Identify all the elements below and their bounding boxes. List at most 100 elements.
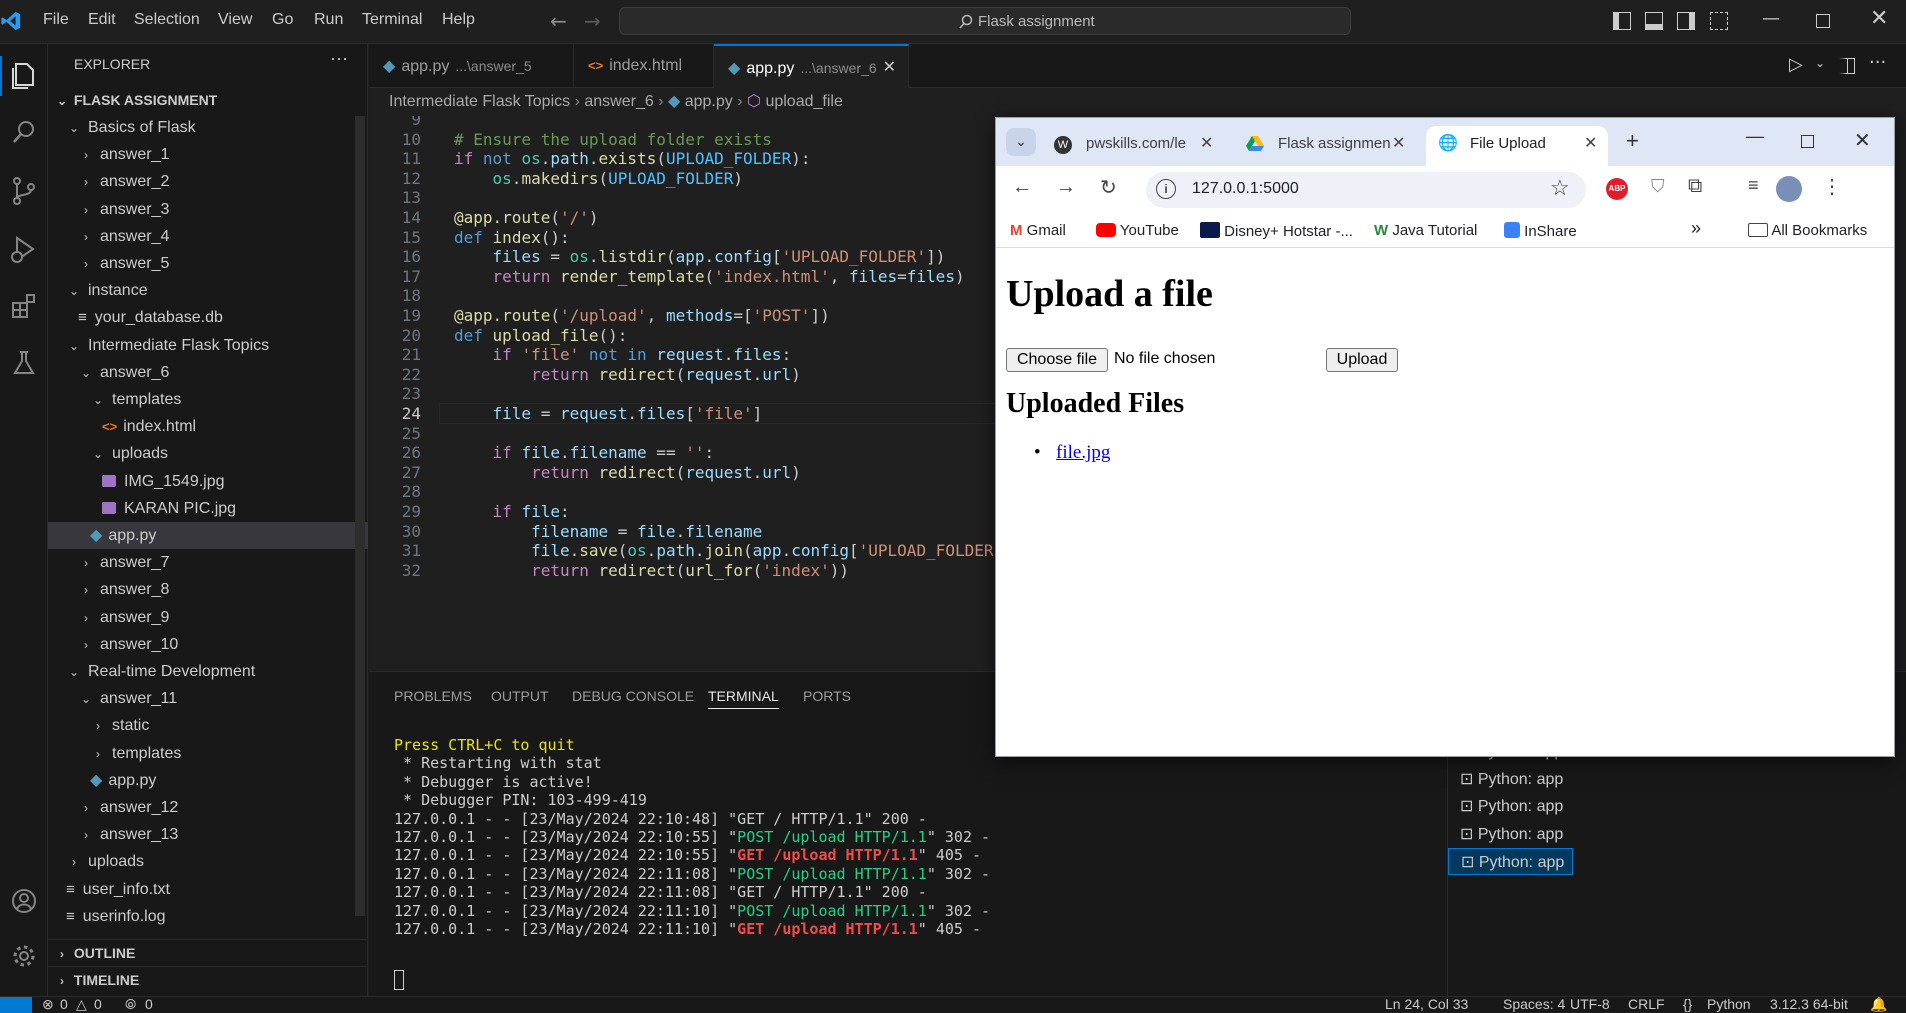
tree-item[interactable]: › answer_5 xyxy=(48,250,368,277)
bookmark-disney-hotstar[interactable]: Disney+ Hotstar -... xyxy=(1200,222,1353,240)
upload-button[interactable]: Upload xyxy=(1326,348,1398,372)
warnings-icon[interactable]: △ xyxy=(76,996,87,1013)
close-tab-icon[interactable]: ✕ xyxy=(883,46,896,90)
breadcrumb-item[interactable]: Intermediate Flask Topics xyxy=(389,93,570,110)
bookmark-star-icon[interactable]: ☆ xyxy=(1550,175,1570,201)
menu-run[interactable]: Run xyxy=(314,11,343,29)
menu-file[interactable]: File xyxy=(43,11,69,29)
tab-app-py-answer5[interactable]: ◆ app.py ...\answer_5 xyxy=(369,44,574,88)
browser-back-icon[interactable]: ← xyxy=(1012,176,1032,199)
tab-app-py-answer6[interactable]: ◆ app.py ...\answer_6 ✕ xyxy=(714,44,909,88)
remote-indicator[interactable] xyxy=(0,997,32,1013)
adblock-plus-icon[interactable]: ABP xyxy=(1606,178,1628,200)
toggle-sidebar-icon[interactable] xyxy=(1613,12,1631,30)
run-file-icon[interactable]: ▷ xyxy=(1789,54,1803,75)
menu-go[interactable]: Go xyxy=(272,11,293,29)
tree-item[interactable]: › answer_10 xyxy=(48,631,368,658)
tree-item[interactable]: › answer_7 xyxy=(48,549,368,576)
bookmark-java-tutorial[interactable]: W Java Tutorial xyxy=(1374,222,1477,239)
minimize-icon[interactable]: — xyxy=(1762,8,1780,29)
tree-item[interactable]: ≡ your_database.db xyxy=(48,304,368,331)
run-debug-icon[interactable] xyxy=(5,230,43,268)
tree-item[interactable]: › answer_8 xyxy=(48,576,368,603)
privacy-shield-icon[interactable]: ⛉ xyxy=(1651,176,1665,197)
browser-forward-icon[interactable]: → xyxy=(1056,176,1076,199)
split-editor-icon[interactable] xyxy=(1839,58,1855,74)
close-window-icon[interactable]: ✕ xyxy=(1870,6,1888,31)
close-tab-icon[interactable]: ✕ xyxy=(1200,126,1213,162)
search-sidebar-icon[interactable] xyxy=(5,114,43,152)
editor-more-icon[interactable]: ··· xyxy=(1869,52,1886,73)
menu-view[interactable]: View xyxy=(218,11,252,29)
outline-section[interactable]: › OUTLINE xyxy=(48,939,368,966)
errors-count[interactable]: 0 xyxy=(60,996,68,1012)
source-control-icon[interactable] xyxy=(5,172,43,210)
tree-item[interactable]: ≡ userinfo.log xyxy=(48,903,368,930)
browser-menu-icon[interactable]: ⋮ xyxy=(1822,174,1842,199)
forward-arrow-icon[interactable]: → xyxy=(584,9,601,33)
account-icon[interactable] xyxy=(5,882,43,920)
menu-edit[interactable]: Edit xyxy=(88,11,116,29)
explorer-icon[interactable] xyxy=(5,57,43,95)
language-mode[interactable]: Python xyxy=(1707,996,1751,1012)
browser-tab-flask-assignment[interactable]: Flask assignmen ✕ xyxy=(1234,126,1416,166)
tree-item[interactable]: ⌄ Real-time Development xyxy=(48,658,368,685)
tree-item[interactable]: ⌄ templates xyxy=(48,386,368,413)
close-tab-icon[interactable]: ✕ xyxy=(1392,126,1405,162)
python-interpreter[interactable]: 3.12.3 64-bit xyxy=(1770,996,1848,1012)
panel-tab-ports[interactable]: PORTS xyxy=(803,688,851,704)
back-arrow-icon[interactable]: ← xyxy=(550,9,567,33)
profile-avatar[interactable] xyxy=(1776,176,1802,202)
address-bar[interactable]: i 127.0.0.1:5000 ☆ xyxy=(1146,172,1586,208)
warnings-count[interactable]: 0 xyxy=(94,996,102,1012)
terminal-instance[interactable]: ⊡ Python: app xyxy=(1448,848,1573,876)
tree-item[interactable]: ⌄ answer_11 xyxy=(48,685,368,712)
tree-item[interactable]: ⌄ instance xyxy=(48,277,368,304)
extensions-puzzle-icon[interactable]: ⧉ xyxy=(1688,175,1702,198)
breadcrumb-item[interactable]: answer_6 xyxy=(584,93,653,110)
tree-item[interactable]: IMG_1549.jpg xyxy=(48,468,368,495)
toggle-panel-icon[interactable] xyxy=(1645,12,1663,30)
tab-index-html[interactable]: <> index.html xyxy=(574,44,714,88)
terminal-instance[interactable]: ⊡ Python: app xyxy=(1448,766,1573,793)
bookmark-inshare[interactable]: InShare xyxy=(1504,222,1577,240)
ports-icon[interactable]: ⦾ xyxy=(125,996,136,1013)
terminal-instance[interactable]: ⊡ Python: app xyxy=(1448,793,1573,820)
browser-close-icon[interactable]: ✕ xyxy=(1854,128,1871,153)
run-dropdown-icon[interactable]: ⌄ xyxy=(1815,56,1825,70)
breadcrumb-item[interactable]: upload_file xyxy=(765,93,842,110)
tree-item[interactable]: ⌄ uploads xyxy=(48,440,368,467)
terminal-instance[interactable]: ⊡ Python: app xyxy=(1448,821,1573,848)
sidebar-scrollbar[interactable] xyxy=(355,116,365,916)
tree-item[interactable]: ◆ app.py xyxy=(48,767,368,794)
settings-gear-icon[interactable] xyxy=(5,937,43,975)
tree-item[interactable]: ≡ user_info.txt xyxy=(48,876,368,903)
cursor-position[interactable]: Ln 24, Col 33 xyxy=(1385,996,1468,1012)
tree-item[interactable]: ⌄ Intermediate Flask Topics xyxy=(48,332,368,359)
browser-minimize-icon[interactable]: — xyxy=(1746,126,1764,147)
browser-maximize-icon[interactable] xyxy=(1801,135,1814,148)
more-actions-icon[interactable]: ··· xyxy=(330,48,348,69)
media-controls-icon[interactable]: ≡ xyxy=(1748,175,1759,196)
extensions-icon[interactable] xyxy=(5,287,43,325)
tree-item[interactable]: ⌄ Basics of Flask xyxy=(48,114,368,141)
all-bookmarks[interactable]: All Bookmarks xyxy=(1748,222,1867,239)
notifications-bell-icon[interactable]: 🔔 xyxy=(1870,996,1887,1013)
panel-tab-debug-console[interactable]: DEBUG CONSOLE xyxy=(572,688,694,704)
tree-item[interactable]: › answer_3 xyxy=(48,196,368,223)
toggle-secondary-sidebar-icon[interactable] xyxy=(1677,12,1695,30)
encoding[interactable]: UTF-8 xyxy=(1570,996,1610,1012)
close-tab-icon[interactable]: ✕ xyxy=(1584,126,1597,162)
tree-item[interactable]: › answer_13 xyxy=(48,821,368,848)
browser-tab-file-upload[interactable]: 🌐 File Upload ✕ xyxy=(1426,126,1608,166)
more-bookmarks-icon[interactable]: » xyxy=(1691,218,1701,239)
new-tab-icon[interactable]: + xyxy=(1626,128,1639,154)
tree-item[interactable]: KARAN PIC.jpg xyxy=(48,495,368,522)
errors-icon[interactable]: ⊗ xyxy=(42,996,54,1013)
tree-item[interactable]: › answer_4 xyxy=(48,223,368,250)
panel-tab-terminal[interactable]: TERMINAL xyxy=(708,688,779,709)
tree-item[interactable]: <> index.html xyxy=(48,413,368,440)
customize-layout-icon[interactable] xyxy=(1710,12,1728,30)
tree-item[interactable]: › static xyxy=(48,712,368,739)
panel-tab-problems[interactable]: PROBLEMS xyxy=(394,688,472,704)
